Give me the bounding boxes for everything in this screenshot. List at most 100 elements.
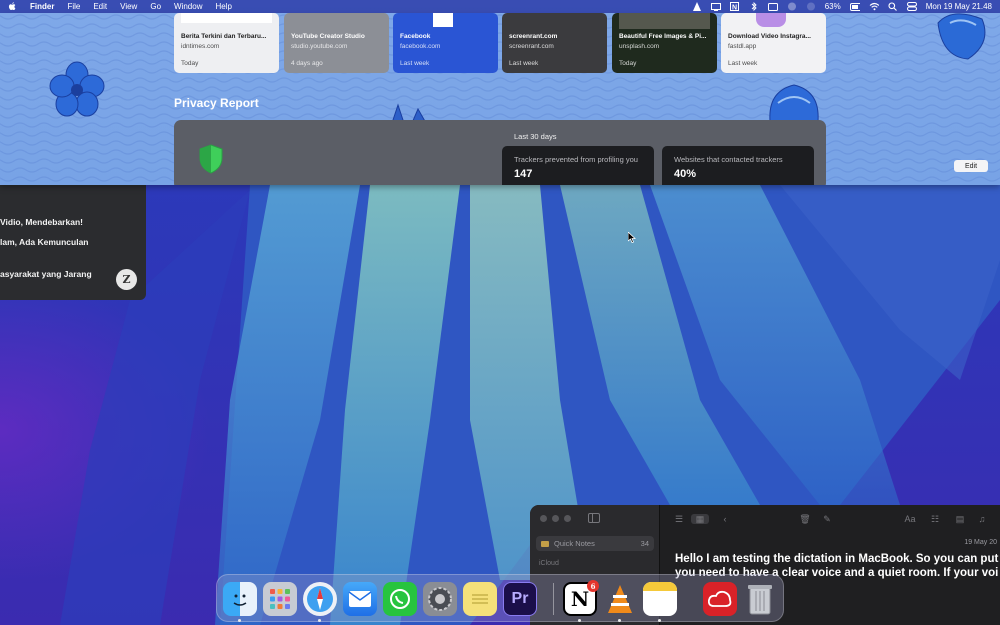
menu-window[interactable]: Window — [174, 2, 202, 11]
delete-icon[interactable]: 🗑 — [799, 514, 811, 524]
running-indicator — [318, 619, 321, 622]
notes-icon[interactable] — [643, 582, 677, 616]
trash-icon[interactable] — [743, 582, 777, 616]
bluetooth-icon[interactable] — [749, 2, 759, 11]
trackers-prevented-box[interactable]: Trackers prevented from profiling you 14… — [502, 146, 654, 185]
safari-icon[interactable] — [303, 582, 337, 616]
site-thumbnail — [181, 13, 272, 23]
safari-start-page: Berita Terkini dan Terbaru... idntimes.c… — [0, 13, 1000, 185]
folder-quick-notes[interactable]: Quick Notes 34 — [536, 536, 654, 551]
mouse-cursor-icon — [628, 232, 636, 243]
edit-button[interactable]: Edit — [954, 160, 988, 172]
gallery-view-icon[interactable]: ▦ — [691, 514, 709, 524]
menu-edit[interactable]: Edit — [93, 2, 107, 11]
table-icon[interactable]: ▤ — [954, 514, 966, 524]
format-icon[interactable]: Aa — [904, 514, 916, 524]
wave-line — [0, 23, 1000, 29]
websites-trackers-box[interactable]: Websites that contacted trackers 40% — [662, 146, 814, 185]
card-title: Download Video Instagra... — [728, 33, 811, 40]
mail-icon[interactable] — [343, 582, 377, 616]
reader-icon[interactable]: Z — [116, 269, 137, 290]
frequent-site-card[interactable]: YouTube Creator Studio studio.youtube.co… — [284, 13, 389, 73]
menubar-clock[interactable]: Mon 19 May 21.48 — [926, 2, 992, 11]
frequent-site-card[interactable]: Beautiful Free Images & Pi... unsplash.c… — [612, 13, 717, 73]
frequent-site-card[interactable]: Facebook facebook.com Last week — [393, 13, 498, 73]
zoom-button[interactable] — [564, 515, 571, 522]
back-icon[interactable]: ‹ — [719, 514, 731, 524]
battery-icon[interactable] — [849, 2, 860, 11]
whatsapp-icon[interactable] — [383, 582, 417, 616]
checklist-icon[interactable]: ☷ — [929, 514, 941, 524]
settings-icon[interactable] — [423, 582, 457, 616]
menu-file[interactable]: File — [67, 2, 80, 11]
frequent-site-card[interactable]: Download Video Instagra... fastdl.app La… — [721, 13, 826, 73]
card-time: Last week — [400, 60, 430, 67]
screen-icon[interactable] — [767, 2, 778, 11]
card-title: Beautiful Free Images & Pi... — [619, 33, 707, 40]
shield-status-icon[interactable] — [806, 2, 816, 11]
frequent-site-card[interactable]: screenrant.com screenrant.com Last week — [502, 13, 607, 73]
list-view-icon[interactable]: ☰ — [673, 514, 685, 524]
minimize-button[interactable] — [552, 515, 559, 522]
news-headline[interactable]: lam, Ada Kemunculan — [0, 237, 88, 247]
news-widget[interactable]: Vidio, Mendebarkan! lam, Ada Kemunculan … — [0, 185, 146, 300]
site-thumbnail — [433, 13, 453, 27]
note-date: 19 May 20 — [964, 539, 997, 546]
menu-go[interactable]: Go — [150, 2, 161, 11]
card-domain: screenrant.com — [509, 43, 554, 50]
creative-cloud-icon[interactable] — [703, 582, 737, 616]
stickies-icon[interactable] — [463, 582, 497, 616]
vlc-status-icon[interactable] — [692, 2, 702, 11]
card-title: Berita Terkini dan Terbaru... — [181, 33, 267, 40]
news-headline[interactable]: Vidio, Mendebarkan! — [0, 217, 83, 227]
notion-status-icon[interactable]: N — [730, 2, 740, 11]
shield-icon — [199, 144, 223, 174]
privacy-report-title: Privacy Report — [174, 96, 259, 110]
sidebar-toggle-icon[interactable] — [588, 513, 600, 523]
search-icon[interactable] — [888, 2, 898, 11]
frequent-site-card[interactable]: Berita Terkini dan Terbaru... idntimes.c… — [174, 13, 279, 73]
wave-line — [0, 50, 1000, 56]
running-indicator — [238, 619, 241, 622]
control-center-icon[interactable] — [906, 2, 917, 11]
card-domain: unsplash.com — [619, 43, 660, 50]
status-area: N 63% Mon 19 May 21.48 — [692, 2, 992, 11]
wave-line — [0, 95, 1000, 101]
dictation-icon[interactable] — [787, 2, 797, 11]
card-title: Facebook — [400, 33, 431, 40]
folder-count: 34 — [640, 539, 649, 548]
apple-menu-icon[interactable] — [8, 2, 18, 12]
notification-badge: 6 — [587, 580, 599, 592]
wave-line — [0, 14, 1000, 20]
notion-icon[interactable]: N 6 — [563, 580, 599, 616]
finder-icon[interactable] — [223, 582, 257, 616]
privacy-period: Last 30 days — [514, 132, 557, 141]
menu-help[interactable]: Help — [215, 2, 231, 11]
wave-line — [0, 104, 1000, 110]
launchpad-icon[interactable] — [263, 582, 297, 616]
premiere-icon[interactable]: Pr — [503, 582, 537, 616]
wave-line — [0, 113, 1000, 119]
battery-percent: 63% — [824, 2, 841, 11]
svg-text:N: N — [732, 5, 737, 12]
menu-view[interactable]: View — [120, 2, 137, 11]
folder-icon — [541, 540, 549, 547]
menu-app-name[interactable]: Finder — [30, 2, 54, 11]
card-domain: idntimes.com — [181, 43, 220, 50]
wave-line — [0, 32, 1000, 38]
vlc-icon[interactable] — [603, 582, 637, 616]
notes-toolbar: ☰ ▦ ‹ 🗑 ✎ Aa ☷ ▤ ♫ — [661, 505, 1000, 533]
audio-icon[interactable]: ♫ — [976, 514, 988, 524]
dock: Pr N 6 — [216, 574, 784, 622]
folder-name: Quick Notes — [554, 539, 595, 548]
trackers-value: 147 — [514, 168, 533, 180]
wifi-icon[interactable] — [869, 2, 879, 11]
websites-value: 40% — [674, 168, 697, 180]
dock-separator — [553, 583, 554, 615]
display-icon[interactable] — [710, 2, 721, 11]
close-button[interactable] — [540, 515, 547, 522]
wave-line — [0, 86, 1000, 92]
privacy-report-card[interactable]: Last 30 days Trackers prevented from pro… — [174, 120, 826, 185]
news-headline[interactable]: asyarakat yang Jarang — [0, 269, 92, 279]
compose-icon[interactable]: ✎ — [821, 514, 833, 524]
